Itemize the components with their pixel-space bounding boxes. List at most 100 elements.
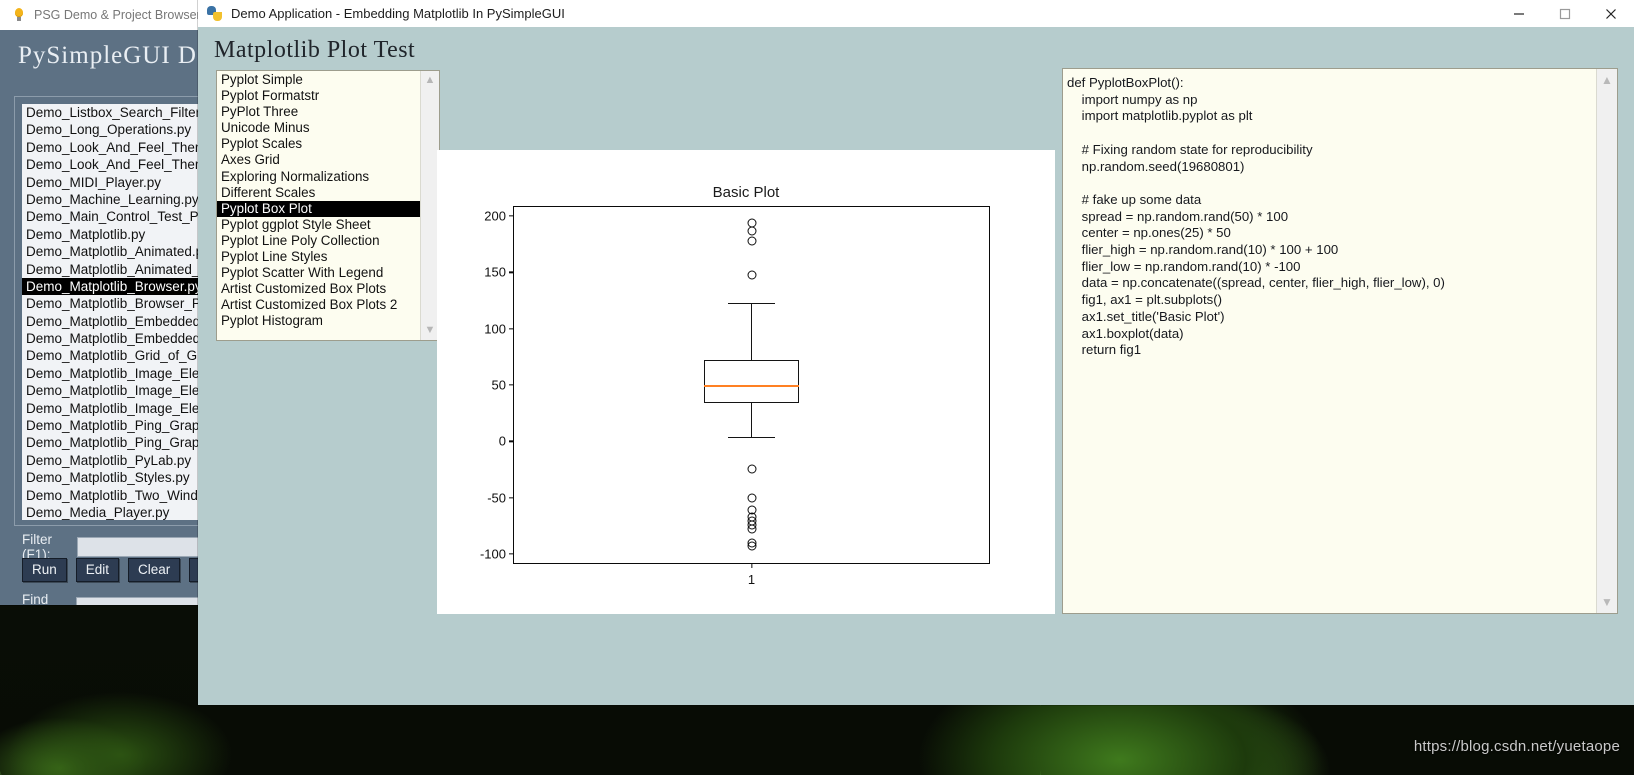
find-label: Find (F2):	[22, 592, 49, 605]
list-item[interactable]: Different Scales	[217, 185, 420, 201]
list-item[interactable]: Demo_Matplotlib_Grid_of_Grap	[22, 347, 203, 364]
source-code-body: def PyplotBoxPlot(): import numpy as np …	[1063, 69, 1596, 613]
chevron-down-icon[interactable]: ▼	[1601, 596, 1613, 608]
whisker-cap-upper	[727, 302, 776, 305]
list-item[interactable]: Pyplot Line Poly Collection	[217, 233, 420, 249]
list-item[interactable]: Demo_MIDI_Player.py	[22, 174, 203, 191]
list-item[interactable]: Demo_Matplotlib_Two_Window	[22, 487, 203, 504]
list-item[interactable]: Pyplot Histogram	[217, 313, 420, 329]
run-button[interactable]: Run	[22, 558, 67, 582]
whisker-upper	[750, 302, 753, 361]
outlier-marker	[747, 236, 756, 246]
lightbulb-icon	[12, 8, 26, 22]
list-item[interactable]: Pyplot Line Styles	[217, 249, 420, 265]
list-item[interactable]: Pyplot Scatter With Legend	[217, 265, 420, 281]
outlier-marker	[747, 493, 756, 503]
python-icon	[207, 6, 222, 21]
psg-browser-body: PySimpleGUI De Demo_Listbox_Search_Filte…	[0, 30, 203, 605]
psg-browser-file-list[interactable]: Demo_Listbox_Search_Filter.py Demo_Long_O…	[22, 104, 203, 520]
whisker-lower	[750, 403, 753, 437]
list-item[interactable]: Demo_Media_Player.py	[22, 504, 203, 520]
list-item[interactable]: Pyplot Scales	[217, 136, 420, 152]
x-axis-tick-mark	[750, 563, 753, 568]
list-item[interactable]: Pyplot Formatstr	[217, 88, 420, 104]
y-axis-tick-mark	[509, 271, 514, 273]
psg-browser-button-row: RunEditClearOpen F	[22, 558, 203, 582]
page-title: Matplotlib Plot Test	[214, 37, 416, 63]
y-axis-tick-mark	[509, 497, 514, 499]
list-item[interactable]: Demo_Listbox_Search_Filter.py	[22, 104, 203, 121]
clear-button[interactable]: Clear	[128, 558, 181, 582]
chevron-up-icon[interactable]: ▲	[425, 75, 436, 86]
outlier-marker	[747, 464, 756, 474]
chart-title: Basic Plot	[712, 184, 780, 201]
minimize-icon[interactable]	[1496, 0, 1542, 27]
list-item[interactable]: Demo_Matplotlib_PyLab.py	[22, 452, 203, 469]
y-axis-tick-mark	[509, 384, 514, 386]
close-icon[interactable]	[1588, 0, 1634, 27]
list-item[interactable]: Demo_Matplotlib.py	[22, 226, 203, 243]
chart-axes: 200 150 100 50 0 -50 -100 1	[480, 206, 990, 587]
source-code-text: def PyplotBoxPlot(): import numpy as np …	[1067, 75, 1445, 358]
list-item[interactable]: Demo_Matplotlib_Image_Elem_	[22, 400, 203, 417]
list-item[interactable]: Artist Customized Box Plots	[217, 281, 420, 297]
code-scrollbar[interactable]: ▲ ▼	[1596, 69, 1617, 613]
watermark-text: https://blog.csdn.net/yuetaope	[1413, 738, 1620, 755]
find-input[interactable]	[75, 597, 203, 605]
outlier-marker	[747, 226, 756, 236]
list-item[interactable]: Demo_Matplotlib_Animated.py	[22, 243, 203, 260]
list-item[interactable]: Demo_Matplotlib_Ping_Graph_	[22, 434, 203, 451]
list-item[interactable]: PyPlot Three	[217, 104, 420, 120]
edit-button[interactable]: Edit	[75, 558, 120, 582]
matplotlib-figure: Basic Plot 200 150 100 50 0 -50 -100 1	[437, 150, 1055, 614]
app-titlebar: Demo Application - Embedding Matplotlib …	[198, 0, 1634, 27]
psg-browser-find-row: Find (F2):	[22, 592, 203, 605]
box-body	[704, 360, 799, 403]
list-item[interactable]: Demo_Matplotlib_Image_Elem_	[22, 382, 203, 399]
list-item[interactable]: Demo_Matplotlib_Styles.py	[22, 469, 203, 486]
median-line	[704, 385, 799, 387]
outlier-marker	[747, 270, 756, 280]
list-item[interactable]: Axes Grid	[217, 152, 420, 168]
list-item[interactable]: Demo_Matplotlib_Browser_Pan	[22, 295, 203, 312]
whisker-cap-lower	[727, 436, 776, 439]
y-axis-tick-mark	[509, 553, 514, 555]
list-item[interactable]: Demo_Main_Control_Test_Pan	[22, 208, 203, 225]
list-item[interactable]: Demo_Matplotlib_Animated_Sc	[22, 261, 203, 278]
y-axis-tick-mark	[509, 328, 514, 330]
list-item[interactable]: Demo_Matplotlib_Embedded_T	[22, 330, 203, 347]
filter-input[interactable]	[77, 537, 203, 557]
y-axis-tick-mark	[509, 215, 514, 217]
list-item[interactable]: Pyplot Simple	[217, 72, 420, 88]
chevron-down-icon[interactable]: ▼	[425, 325, 436, 336]
source-code-panel[interactable]: def PyplotBoxPlot(): import numpy as np …	[1062, 68, 1618, 614]
list-item[interactable]: Demo_Long_Operations.py	[22, 121, 203, 138]
psg-browser-titlebar: PSG Demo & Project Browser	[0, 0, 203, 30]
screen: https://blog.csdn.net/yuetaope PSG Demo …	[0, 0, 1634, 775]
plot-selector-listbox[interactable]: Pyplot Simple Pyplot Formatstr PyPlot Thre…	[216, 70, 440, 341]
list-item[interactable]: Artist Customized Box Plots 2	[217, 297, 420, 313]
outlier-marker	[747, 541, 756, 551]
list-item[interactable]: Demo_Machine_Learning.py	[22, 191, 203, 208]
list-item[interactable]: Exploring Normalizations	[217, 169, 420, 185]
maximize-icon[interactable]	[1542, 0, 1588, 27]
list-item[interactable]: Demo_Look_And_Feel_Theme_	[22, 156, 203, 173]
psg-browser-heading: PySimpleGUI De	[18, 42, 203, 69]
list-item[interactable]: Pyplot Box Plot	[217, 200, 420, 217]
list-item[interactable]: Demo_Matplotlib_Image_Elem.	[22, 365, 203, 382]
psg-demo-browser-window[interactable]: PSG Demo & Project Browser PySimpleGUI D…	[0, 0, 203, 605]
list-item[interactable]: Demo_Matplotlib_Embedded_T	[22, 313, 203, 330]
app-title-text: Demo Application - Embedding Matplotlib …	[231, 6, 565, 21]
psg-browser-title-text: PSG Demo & Project Browser	[34, 8, 201, 22]
outlier-marker	[747, 524, 756, 534]
list-item[interactable]: Demo_Look_And_Feel_Theme_	[22, 139, 203, 156]
matplotlib-demo-window[interactable]: Demo Application - Embedding Matplotlib …	[198, 0, 1634, 705]
list-item[interactable]: Pyplot ggplot Style Sheet	[217, 217, 420, 233]
list-item[interactable]: Demo_Matplotlib_Browser.py	[22, 277, 203, 296]
list-item[interactable]: Demo_Matplotlib_Ping_Graph.p	[22, 417, 203, 434]
plot-selector-items[interactable]: Pyplot Simple Pyplot Formatstr PyPlot Thre…	[217, 71, 420, 340]
window-controls	[1496, 0, 1634, 27]
chevron-up-icon[interactable]: ▲	[1601, 74, 1613, 86]
list-item[interactable]: Unicode Minus	[217, 120, 420, 136]
y-axis-tick-mark	[509, 440, 514, 442]
